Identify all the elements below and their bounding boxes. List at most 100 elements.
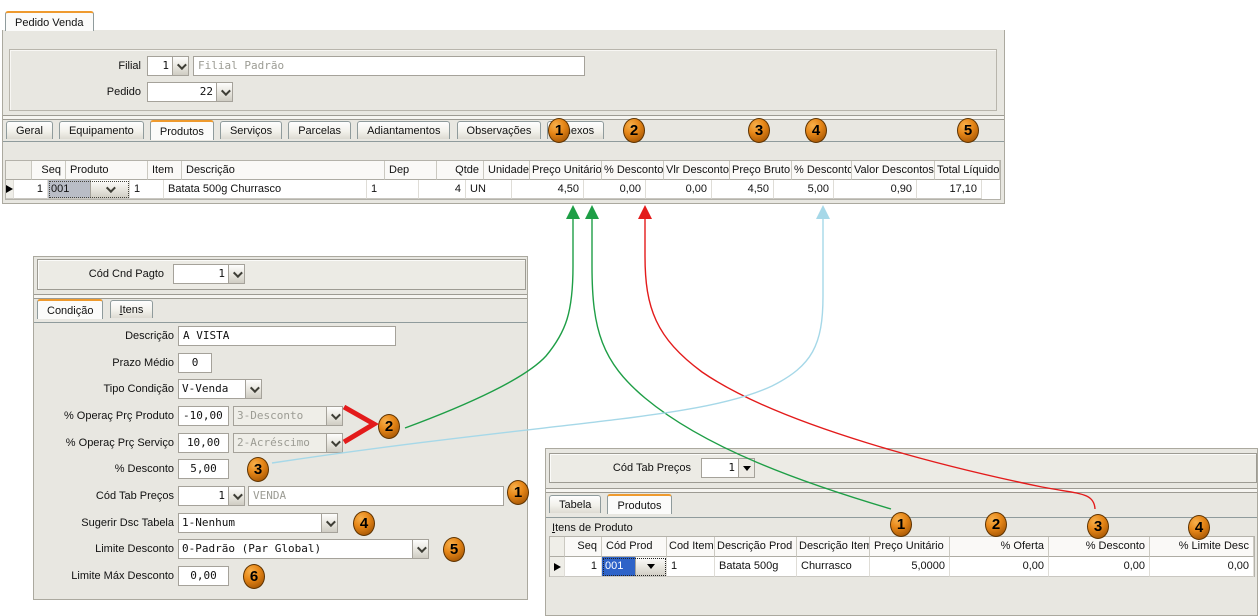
tabela-precos-window: Cód Tab Preços 1 Tabela Produtos Itens d…: [545, 448, 1258, 616]
cell-item[interactable]: 1: [130, 180, 164, 199]
operac-servico-arrow-button[interactable]: [326, 434, 342, 452]
row-selector-cell[interactable]: [550, 557, 565, 577]
cell-cod-prod-combo[interactable]: 001: [602, 557, 667, 577]
desconto-field[interactable]: 5,00: [178, 459, 229, 479]
col-dep[interactable]: Dep: [385, 161, 437, 180]
prazo-medio-label: Prazo Médio: [34, 357, 174, 371]
cod-tab-precos-panel-combo[interactable]: 1: [701, 458, 755, 478]
sugerir-dsc-tabela-combo[interactable]: 1-Nenhum: [178, 513, 338, 533]
produto-combo-arrow-button[interactable]: [90, 180, 130, 198]
operac-produto-arrow-button[interactable]: [326, 407, 342, 425]
col-total-liquido[interactable]: Total Líquido: [935, 161, 1000, 180]
filial-description-field[interactable]: Filial Padrão: [193, 56, 585, 76]
cell-descricao-item[interactable]: Churrasco: [797, 557, 870, 577]
tipo-condicao-arrow-button[interactable]: [245, 380, 261, 398]
limite-desconto-value: 0-Padrão (Par Global): [179, 540, 412, 558]
col-produto[interactable]: Produto: [66, 161, 148, 180]
col-desconto[interactable]: % Desconto: [1049, 537, 1150, 557]
operac-prc-servico-mode-combo[interactable]: 2-Acréscimo: [233, 433, 343, 453]
cell-descricao[interactable]: Batata 500g Churrasco: [164, 180, 367, 199]
tab-condicao[interactable]: Condição: [37, 299, 103, 319]
col-desconto-2[interactable]: % Desconto: [792, 161, 852, 180]
col-seq[interactable]: Seq: [565, 537, 602, 557]
cell-desconto-2[interactable]: 5,00: [774, 180, 834, 199]
filial-combo[interactable]: 1: [147, 56, 189, 76]
col-preco-unitario[interactable]: Preço Unitário: [530, 161, 602, 180]
cell-desconto[interactable]: 0,00: [1049, 557, 1150, 577]
tab-equipamento[interactable]: Equipamento: [59, 121, 144, 139]
cod-tab-precos-description[interactable]: VENDA: [248, 486, 504, 506]
cell-total-liquido[interactable]: 17,10: [917, 180, 982, 199]
col-preco-unitario[interactable]: Preço Unitário: [870, 537, 950, 557]
callout-badge-5: 5: [443, 537, 465, 562]
tipo-condicao-combo[interactable]: V-Venda: [178, 379, 262, 399]
cell-qtde[interactable]: 4: [419, 180, 466, 199]
cell-seq[interactable]: 1: [565, 557, 602, 577]
tab-servicos[interactable]: Serviços: [220, 121, 282, 139]
cell-desconto-1[interactable]: 0,00: [584, 180, 646, 199]
tab-adiantamentos[interactable]: Adiantamentos: [357, 121, 450, 139]
cod-cnd-pagto-label: Cód Cnd Pagto: [44, 268, 164, 282]
desconto-label: % Desconto: [34, 463, 174, 477]
cell-limite-desc[interactable]: 0,00: [1150, 557, 1254, 577]
operac-prc-produto-field[interactable]: -10,00: [178, 406, 229, 426]
row-selector-cell[interactable]: [6, 180, 14, 199]
cell-cod-item[interactable]: 1: [667, 557, 715, 577]
cod-cnd-pagto-combo[interactable]: 1: [173, 264, 245, 284]
cell-produto-combo[interactable]: 001: [48, 180, 130, 199]
limite-desconto-arrow-button[interactable]: [412, 540, 428, 558]
limite-max-desconto-field[interactable]: 0,00: [178, 566, 229, 586]
col-desconto-1[interactable]: % Desconto: [602, 161, 664, 180]
pedido-combo-arrow-button[interactable]: [216, 83, 232, 101]
tab-produtos-precos[interactable]: Produtos: [607, 494, 671, 514]
price-items-grid: Seq Cód Prod Cod Item Descrição Prod Des…: [549, 536, 1255, 577]
col-vlr-desconto[interactable]: Vlr Desconto: [664, 161, 730, 180]
cell-valor-descontos[interactable]: 0,90: [834, 180, 917, 199]
limite-desconto-combo[interactable]: 0-Padrão (Par Global): [178, 539, 429, 559]
tab-observacoes[interactable]: Observações: [457, 121, 542, 139]
tab-parcelas[interactable]: Parcelas: [288, 121, 351, 139]
col-cod-item[interactable]: Cod Item: [667, 537, 715, 557]
tab-geral[interactable]: Geral: [6, 121, 53, 139]
col-descricao[interactable]: Descrição: [182, 161, 385, 180]
pedido-combo[interactable]: 22: [147, 82, 233, 102]
cell-preco-bruto[interactable]: 4,50: [712, 180, 774, 199]
tab-precos-combo-arrow-button[interactable]: [738, 459, 754, 477]
cell-preco-unitario[interactable]: 5,0000: [870, 557, 950, 577]
selector-header-cell: [6, 161, 32, 180]
col-item[interactable]: Item: [148, 161, 182, 180]
operac-prc-produto-mode-combo[interactable]: 3-Desconto: [233, 406, 343, 426]
col-descricao-item[interactable]: Descrição Item: [797, 537, 870, 557]
sugerir-dsc-arrow-button[interactable]: [321, 514, 337, 532]
col-qtde[interactable]: Qtde: [437, 161, 484, 180]
col-unidade[interactable]: Unidade: [484, 161, 530, 180]
cod-prod-combo-arrow-button[interactable]: [635, 557, 666, 576]
tab-produtos[interactable]: Produtos: [150, 120, 214, 140]
col-seq[interactable]: Seq: [32, 161, 66, 180]
cell-unidade[interactable]: UN: [466, 180, 512, 199]
col-descricao-prod[interactable]: Descrição Prod: [715, 537, 797, 557]
cod-tab-precos-combo[interactable]: 1: [178, 486, 245, 506]
cnd-pagto-combo-arrow-button[interactable]: [228, 265, 244, 283]
filial-combo-arrow-button[interactable]: [172, 57, 188, 75]
col-limite-desc[interactable]: % Limite Desc: [1150, 537, 1254, 557]
cell-oferta[interactable]: 0,00: [950, 557, 1049, 577]
tab-pedido-venda[interactable]: Pedido Venda: [5, 11, 94, 31]
col-valor-descontos[interactable]: Valor Descontos: [852, 161, 935, 180]
tab-itens[interactable]: Itens: [110, 300, 154, 318]
col-cod-prod[interactable]: Cód Prod: [602, 537, 667, 557]
cell-dep[interactable]: 1: [367, 180, 419, 199]
operac-prc-servico-field[interactable]: 10,00: [178, 433, 229, 453]
callout-badge-4: 4: [1188, 515, 1210, 540]
prazo-medio-field[interactable]: 0: [178, 353, 212, 373]
cell-preco-unitario[interactable]: 4,50: [512, 180, 584, 199]
tab-tabela[interactable]: Tabela: [549, 495, 601, 513]
col-oferta[interactable]: % Oferta: [950, 537, 1049, 557]
row-selector-icon: [6, 185, 13, 193]
cell-descricao-prod[interactable]: Batata 500g: [715, 557, 797, 577]
col-preco-bruto[interactable]: Preço Bruto: [730, 161, 792, 180]
cell-seq[interactable]: 1: [14, 180, 48, 199]
descricao-field[interactable]: A VISTA: [178, 326, 396, 346]
cell-vlr-desconto[interactable]: 0,00: [646, 180, 712, 199]
cod-tab-precos-arrow-button[interactable]: [228, 487, 244, 505]
